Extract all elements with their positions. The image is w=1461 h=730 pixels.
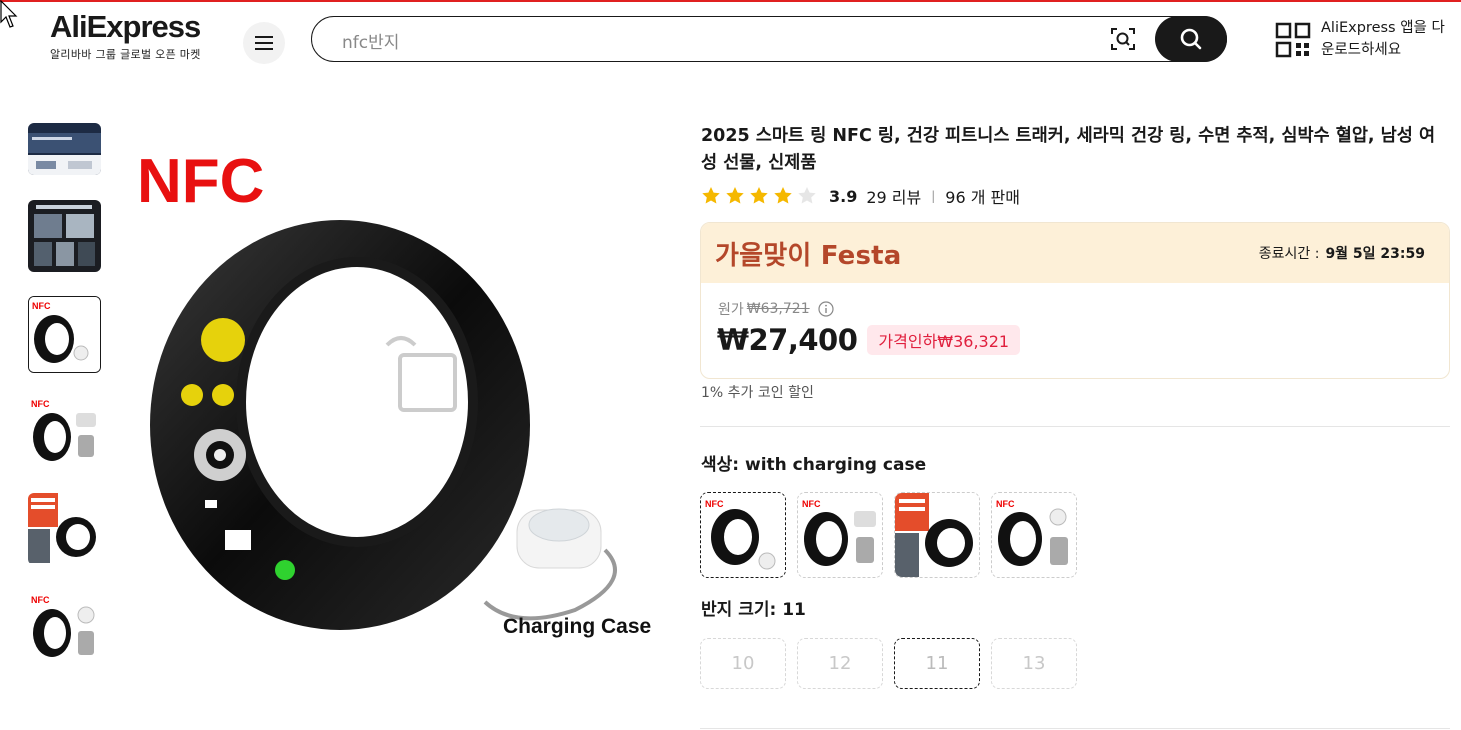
color-swatch-4[interactable]: NFC [991,492,1077,578]
size-option-12[interactable]: 12 [797,638,883,689]
app-download-link[interactable]: AliExpress 앱을 다 운로드하세요 [1321,17,1445,61]
star-filled-icon [702,187,720,204]
size-option-10[interactable]: 10 [700,638,786,689]
main-product-image[interactable]: NFC Charging Case [125,130,670,670]
star-rating [701,186,817,206]
svg-text:NFC: NFC [31,595,50,605]
color-swatch-1-selected[interactable]: NFC [700,492,786,578]
color-swatch-3[interactable] [894,492,980,578]
svg-text:NFC: NFC [996,499,1015,509]
original-price-row: 원가 ₩63,721 [718,299,834,319]
aliexpress-logo[interactable]: AliExpress 알리바바 그룹 글로벌 오픈 마켓 [50,10,220,62]
color-option-label: 색상: with charging case [701,455,927,475]
star-empty-icon [798,187,816,204]
thumbnail-3-selected[interactable]: NFC [28,296,101,373]
product-title: 2025 스마트 링 NFC 링, 건강 피트니스 트래커, 세라믹 건강 링,… [701,126,1436,173]
section-divider-bottom [700,728,1450,729]
search-bar[interactable]: nfc반지 [311,16,1227,62]
mouse-cursor-icon [0,0,18,28]
thumbnail-4[interactable]: NFC [28,395,101,467]
thumbnail-1[interactable] [28,123,101,175]
size-option-11-selected[interactable]: 11 [894,638,980,689]
color-swatch-2[interactable]: NFC [797,492,883,578]
svg-text:NFC: NFC [705,499,724,509]
sale-price: ₩27,400 [717,323,858,357]
qr-code-icon[interactable] [1275,22,1311,58]
thumbnail-2[interactable] [28,200,101,272]
thumbnail-6[interactable]: NFC [28,591,101,663]
sold-count: 96 개 판매 [945,188,1020,207]
size-options: 10 12 11 13 [700,638,1077,689]
logo-text: AliExpress [50,9,201,44]
promo-end-time: 종료시간 : 9월 5일 23:59 [1259,243,1425,263]
svg-text:NFC: NFC [31,399,50,409]
review-count-link[interactable]: 29 리뷰 [866,184,921,208]
rating-value: 3.9 [829,186,858,206]
color-swatches: NFC NFC NFC [700,492,1077,578]
top-accent-line [0,0,1461,2]
search-icon [1180,28,1202,50]
promo-name: 가을맞이 Festa [715,240,902,271]
coin-discount-note: 1% 추가 코인 할인 [701,385,814,401]
thumbnail-5[interactable] [28,493,101,565]
size-option-13[interactable]: 13 [991,638,1077,689]
discount-badge: 가격인하₩36,321 [867,325,1021,355]
original-price: ₩63,721 [746,301,810,317]
menu-button[interactable] [243,22,285,64]
promo-price-box: 가을맞이 Festa 종료시간 :9월 5일 23:59 원가 ₩63,721 … [700,222,1450,379]
app-download-line1: AliExpress 앱을 다 [1321,20,1445,36]
image-search-icon[interactable] [1110,26,1136,52]
end-time-label: 종료시간 : [1258,246,1320,262]
star-filled-icon [750,187,768,204]
svg-text:NFC: NFC [32,301,51,311]
search-input[interactable]: nfc반지 [342,28,399,53]
size-option-label: 반지 크기: 11 [701,600,806,620]
section-divider [700,426,1450,427]
svg-text:NFC: NFC [802,499,821,509]
price-row: ₩27,400 가격인하₩36,321 [717,323,1021,357]
star-filled-icon [726,187,744,204]
search-button[interactable] [1155,16,1227,62]
original-price-label: 원가 [718,302,744,318]
end-time-value: 9월 5일 23:59 [1325,246,1425,262]
info-icon[interactable] [818,301,834,317]
charging-case-label: Charging Case [503,615,651,638]
nfc-label: NFC [137,147,264,216]
app-download-line2: 운로드하세요 [1321,42,1402,58]
promo-header: 가을맞이 Festa 종료시간 : 9월 5일 23:59 [701,223,1449,283]
divider: | [931,189,936,203]
hamburger-icon [255,36,273,50]
rating-row: 3.9 29 리뷰 | 96 개 판매 [701,184,1020,208]
logo-subtitle: 알리바바 그룹 글로벌 오픈 마켓 [50,48,201,61]
star-filled-icon [774,187,792,204]
